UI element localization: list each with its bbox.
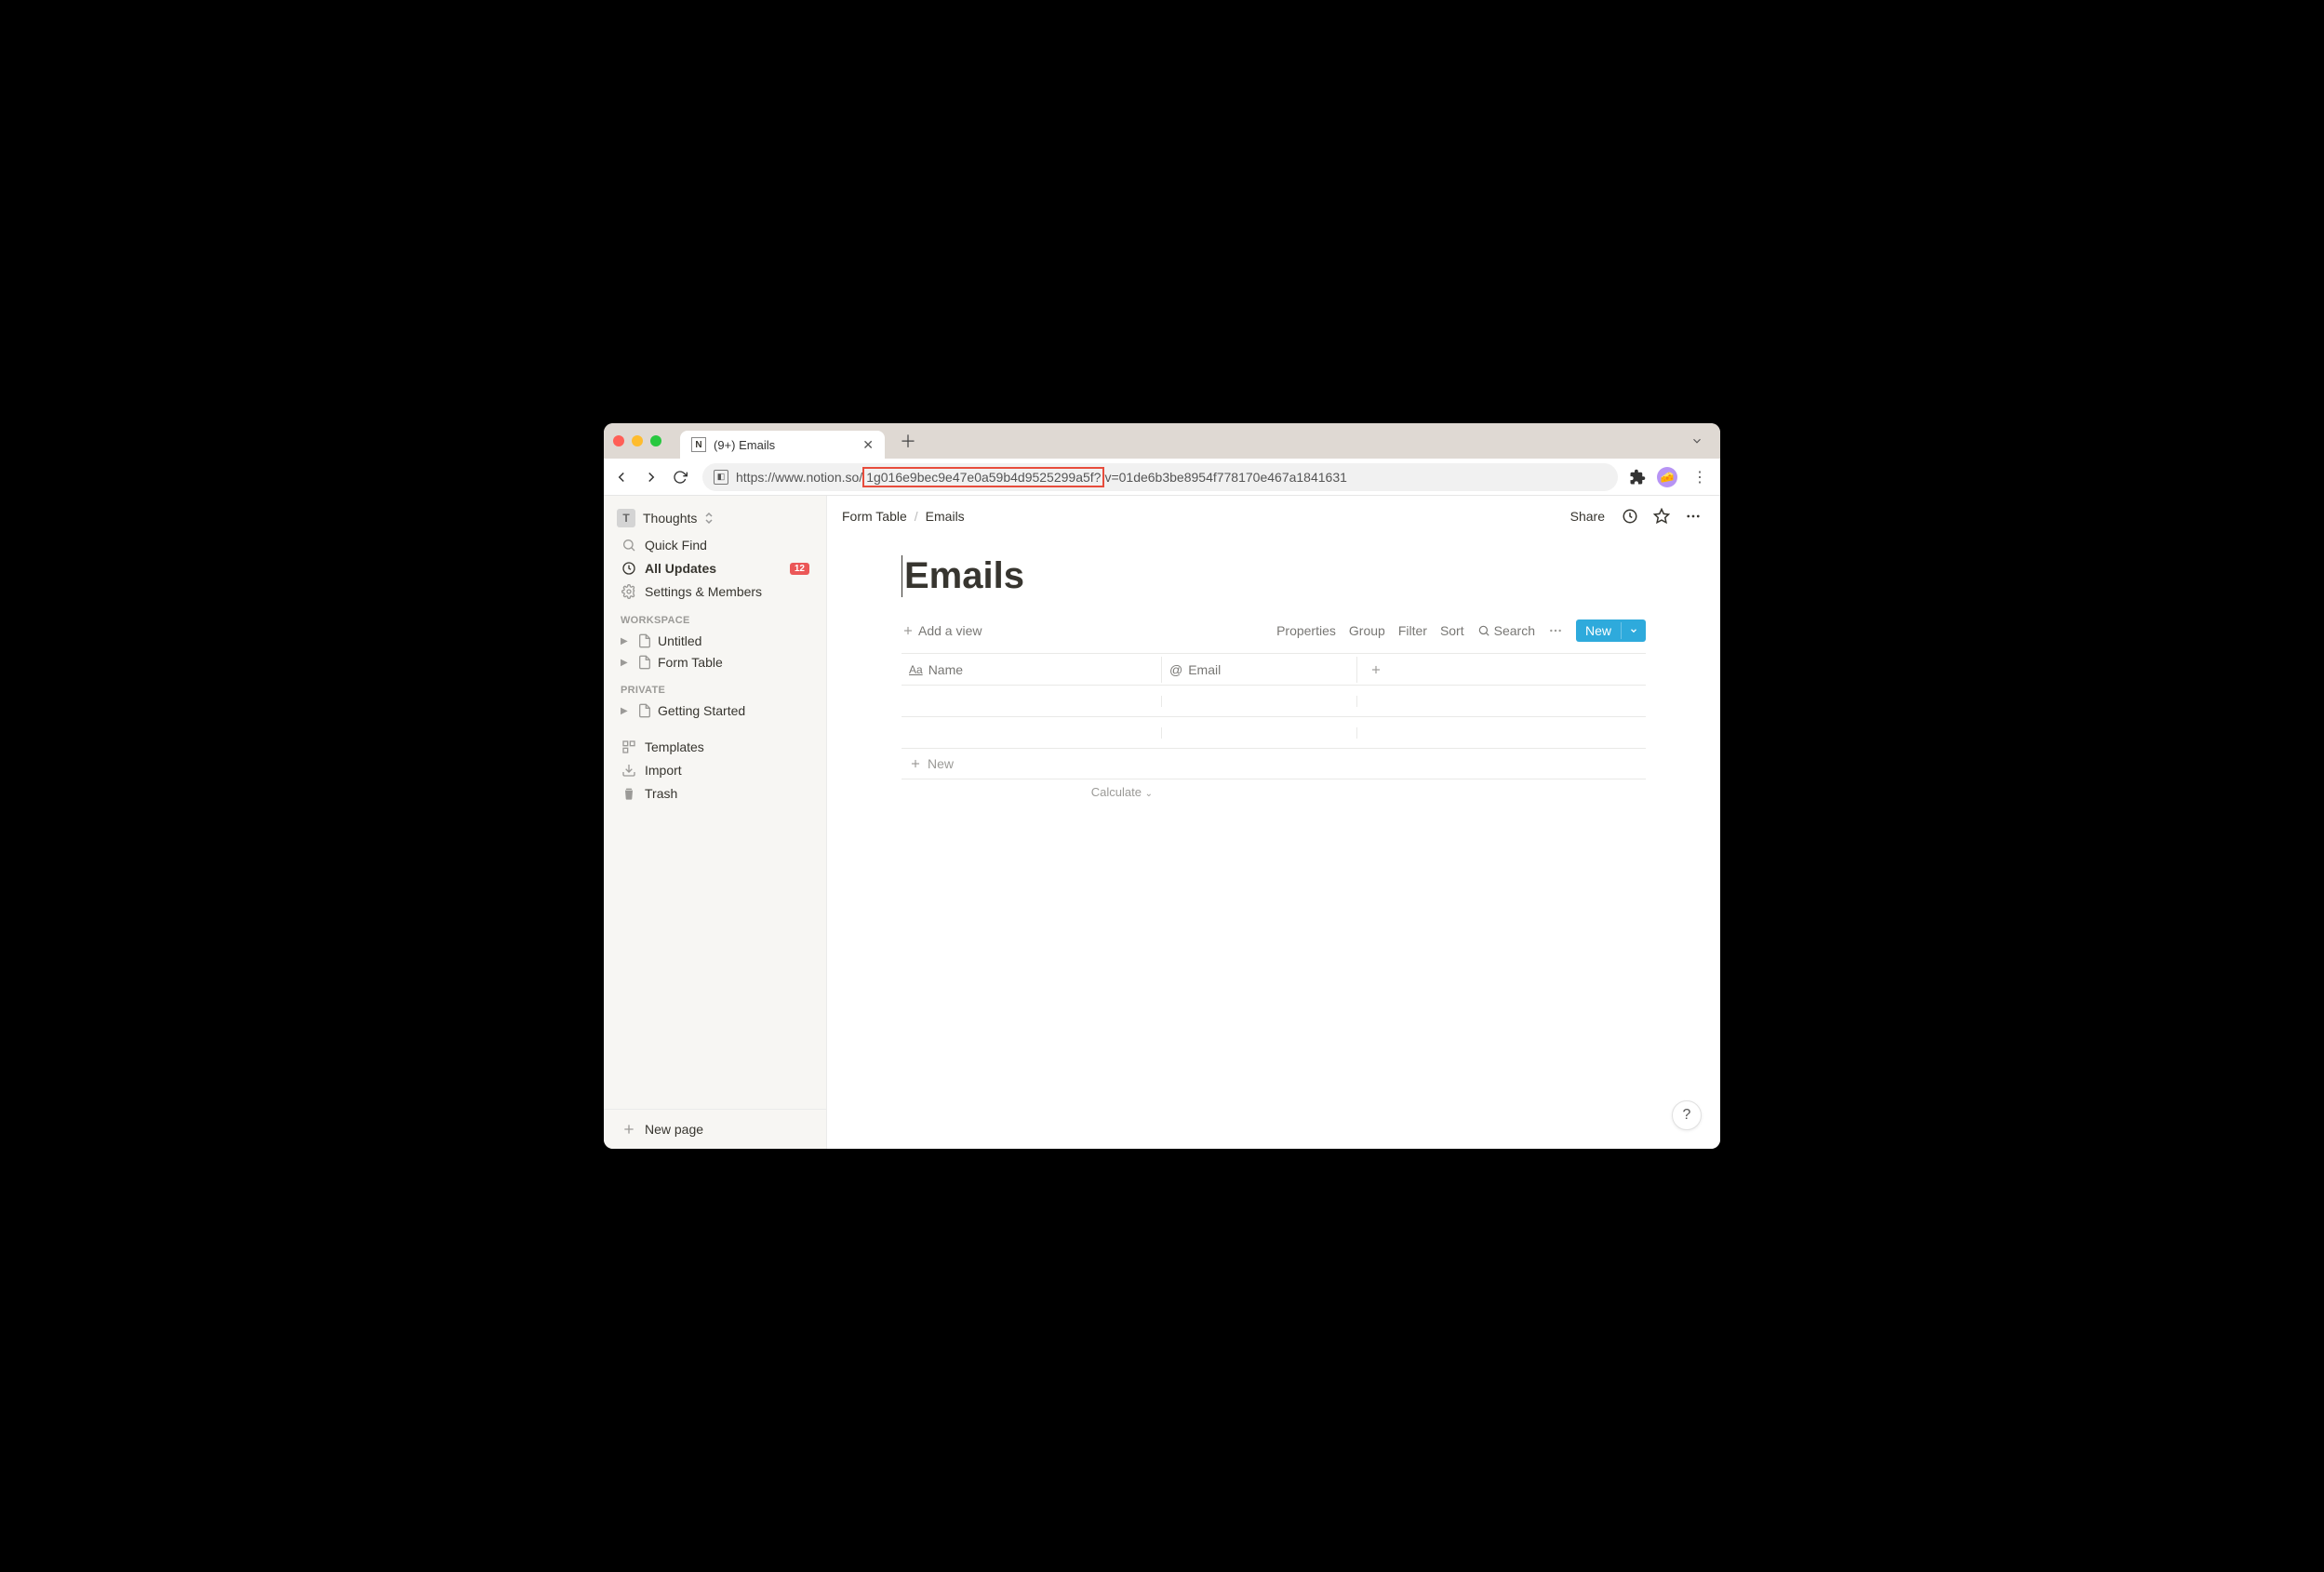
updown-icon xyxy=(704,512,714,525)
add-view-button[interactable]: Add a view xyxy=(902,623,982,638)
new-page-button[interactable]: New page xyxy=(611,1118,819,1140)
url-text: https://www.notion.so/1g016e9bec9e47e0a5… xyxy=(736,470,1347,485)
minimize-window-button[interactable] xyxy=(632,435,643,446)
table-row[interactable] xyxy=(902,717,1646,749)
sidebar: T Thoughts Quick Find All U xyxy=(604,496,827,1149)
profile-avatar[interactable]: 🧀 xyxy=(1657,467,1677,487)
search-icon xyxy=(621,538,637,553)
column-header-email[interactable]: @ Email xyxy=(1162,657,1357,683)
table-header-row: Aa Name @ Email xyxy=(902,654,1646,686)
add-column-button[interactable] xyxy=(1357,658,1395,682)
filter-button[interactable]: Filter xyxy=(1398,623,1427,638)
breadcrumb-current[interactable]: Emails xyxy=(926,509,965,524)
column-header-name[interactable]: Aa Name xyxy=(902,657,1162,683)
trash-button[interactable]: Trash xyxy=(611,782,819,805)
browser-tab[interactable]: N (9+) Emails ✕ xyxy=(680,431,885,459)
gear-icon xyxy=(621,584,637,599)
main-content: Form Table / Emails Share Emails xyxy=(827,496,1720,1149)
page-title[interactable]: Emails xyxy=(902,555,1646,597)
close-tab-button[interactable]: ✕ xyxy=(862,437,874,453)
titlebar: N (9+) Emails ✕ ＋ xyxy=(604,423,1720,459)
chevron-down-icon: ⌄ xyxy=(1145,789,1153,799)
new-tab-button[interactable]: ＋ xyxy=(892,429,924,453)
search-button[interactable]: Search xyxy=(1477,623,1535,638)
page-icon xyxy=(637,633,654,648)
tab-title: (9+) Emails xyxy=(714,438,855,452)
group-button[interactable]: Group xyxy=(1349,623,1385,638)
sidebar-page-untitled[interactable]: ▶ Untitled xyxy=(611,631,819,651)
properties-button[interactable]: Properties xyxy=(1276,623,1336,638)
cell-name[interactable] xyxy=(902,696,1162,707)
browser-window: N (9+) Emails ✕ ＋ ◧ https://www.notion.s… xyxy=(604,423,1720,1149)
page-icon xyxy=(637,703,654,718)
url-highlight: 1g016e9bec9e47e0a59b4d9525299a5f? xyxy=(862,467,1104,487)
new-row-button[interactable]: New xyxy=(902,749,1646,779)
cell-name[interactable] xyxy=(902,727,1162,739)
address-bar[interactable]: ◧ https://www.notion.so/1g016e9bec9e47e0… xyxy=(702,463,1618,491)
toggle-icon[interactable]: ▶ xyxy=(621,658,634,668)
templates-button[interactable]: Templates xyxy=(611,736,819,758)
private-section-label: PRIVATE xyxy=(608,673,822,699)
page-icon xyxy=(637,655,654,670)
download-icon xyxy=(621,763,637,778)
cell-email[interactable] xyxy=(1162,696,1357,707)
templates-icon xyxy=(621,739,637,754)
breadcrumb: Form Table / Emails xyxy=(842,509,965,524)
workspace-switcher[interactable]: T Thoughts xyxy=(608,503,822,533)
cell-email[interactable] xyxy=(1162,727,1357,739)
database-toolbar: Add a view Properties Group Filter Sort … xyxy=(902,614,1646,647)
breadcrumb-parent[interactable]: Form Table xyxy=(842,509,907,524)
page-body: Emails Add a view Properties Group Filte… xyxy=(827,537,1720,1149)
view-options-button[interactable] xyxy=(1548,623,1563,638)
database-table: Aa Name @ Email xyxy=(902,653,1646,805)
tab-overflow-button[interactable] xyxy=(1683,434,1711,447)
trash-icon xyxy=(621,786,637,801)
share-button[interactable]: Share xyxy=(1565,505,1610,527)
updates-badge: 12 xyxy=(790,563,809,575)
workspace-icon: T xyxy=(617,509,635,527)
page-menu-icon[interactable] xyxy=(1681,504,1705,528)
favorite-icon[interactable] xyxy=(1650,504,1674,528)
sidebar-page-getting-started[interactable]: ▶ Getting Started xyxy=(611,700,819,721)
workspace-name: Thoughts xyxy=(643,511,697,526)
sort-button[interactable]: Sort xyxy=(1440,623,1464,638)
table-row[interactable] xyxy=(902,686,1646,717)
url-bar: ◧ https://www.notion.so/1g016e9bec9e47e0… xyxy=(604,459,1720,496)
title-property-icon: Aa xyxy=(909,663,923,676)
all-updates-button[interactable]: All Updates 12 xyxy=(611,557,819,580)
browser-menu-button[interactable]: ⋮ xyxy=(1689,468,1711,486)
calculate-button[interactable]: Calculate ⌄ xyxy=(902,785,1162,799)
chevron-down-icon[interactable] xyxy=(1621,622,1646,639)
site-info-icon[interactable]: ◧ xyxy=(714,470,728,485)
table-footer: Calculate ⌄ xyxy=(902,779,1646,805)
sidebar-page-form-table[interactable]: ▶ Form Table xyxy=(611,652,819,673)
toggle-icon[interactable]: ▶ xyxy=(621,636,634,646)
page-topbar: Form Table / Emails Share xyxy=(827,496,1720,537)
workspace-section-label: WORKSPACE xyxy=(608,604,822,630)
maximize-window-button[interactable] xyxy=(650,435,661,446)
import-button[interactable]: Import xyxy=(611,759,819,781)
plus-icon xyxy=(621,1122,637,1137)
extensions-icon[interactable] xyxy=(1629,469,1646,486)
notion-app: T Thoughts Quick Find All U xyxy=(604,496,1720,1149)
breadcrumb-sep: / xyxy=(915,509,918,524)
close-window-button[interactable] xyxy=(613,435,624,446)
help-button[interactable]: ? xyxy=(1672,1100,1702,1130)
notion-favicon-icon: N xyxy=(691,437,706,452)
window-controls xyxy=(613,435,661,446)
clock-icon xyxy=(621,561,637,576)
forward-button[interactable] xyxy=(643,469,661,486)
reload-button[interactable] xyxy=(673,470,691,485)
new-entry-button[interactable]: New xyxy=(1576,619,1646,642)
back-button[interactable] xyxy=(613,469,632,486)
settings-button[interactable]: Settings & Members xyxy=(611,580,819,603)
updates-icon[interactable] xyxy=(1618,504,1642,528)
toggle-icon[interactable]: ▶ xyxy=(621,706,634,716)
at-icon: @ xyxy=(1169,662,1182,677)
quick-find-button[interactable]: Quick Find xyxy=(611,534,819,556)
